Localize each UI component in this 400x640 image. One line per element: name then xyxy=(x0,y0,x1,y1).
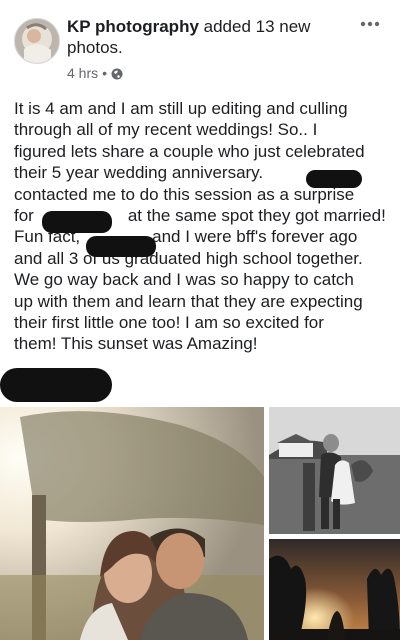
body-line: and all 3 of us graduated high school to… xyxy=(14,248,363,268)
post-time[interactable]: 4 hrs xyxy=(67,65,98,81)
more-options-icon[interactable] xyxy=(356,14,384,34)
body-line: through all of my recent weddings! So.. … xyxy=(14,120,318,140)
avatar[interactable] xyxy=(14,18,60,64)
post-meta: 4 hrs • xyxy=(67,65,123,81)
globe-icon xyxy=(111,67,123,80)
body-line: up with them and learn that they are exp… xyxy=(14,291,363,311)
post-header: KP photography added 13 new photos. 4 hr… xyxy=(0,0,400,96)
redaction-mark xyxy=(306,170,362,188)
meta-separator: • xyxy=(102,65,108,81)
photo-grid xyxy=(0,407,400,640)
body-line: It is 4 am and I am still up editing and… xyxy=(14,99,348,118)
redaction-mark xyxy=(42,211,112,233)
photo-top-right[interactable] xyxy=(269,407,400,534)
redaction-mark xyxy=(0,368,112,402)
photo-bottom-right[interactable] xyxy=(269,539,400,640)
redaction-mark xyxy=(86,236,156,257)
photo-main[interactable] xyxy=(0,407,264,640)
body-line: We go way back and I was so happy to cat… xyxy=(14,270,354,290)
post-title: KP photography added 13 new photos. xyxy=(67,16,352,58)
body-line: figured lets share a couple who just cel… xyxy=(14,141,365,161)
body-line: their first little one too! I am so exci… xyxy=(14,313,324,333)
body-line: them! This sunset was Amazing! xyxy=(14,334,258,354)
author-name[interactable]: KP photography xyxy=(67,17,199,36)
